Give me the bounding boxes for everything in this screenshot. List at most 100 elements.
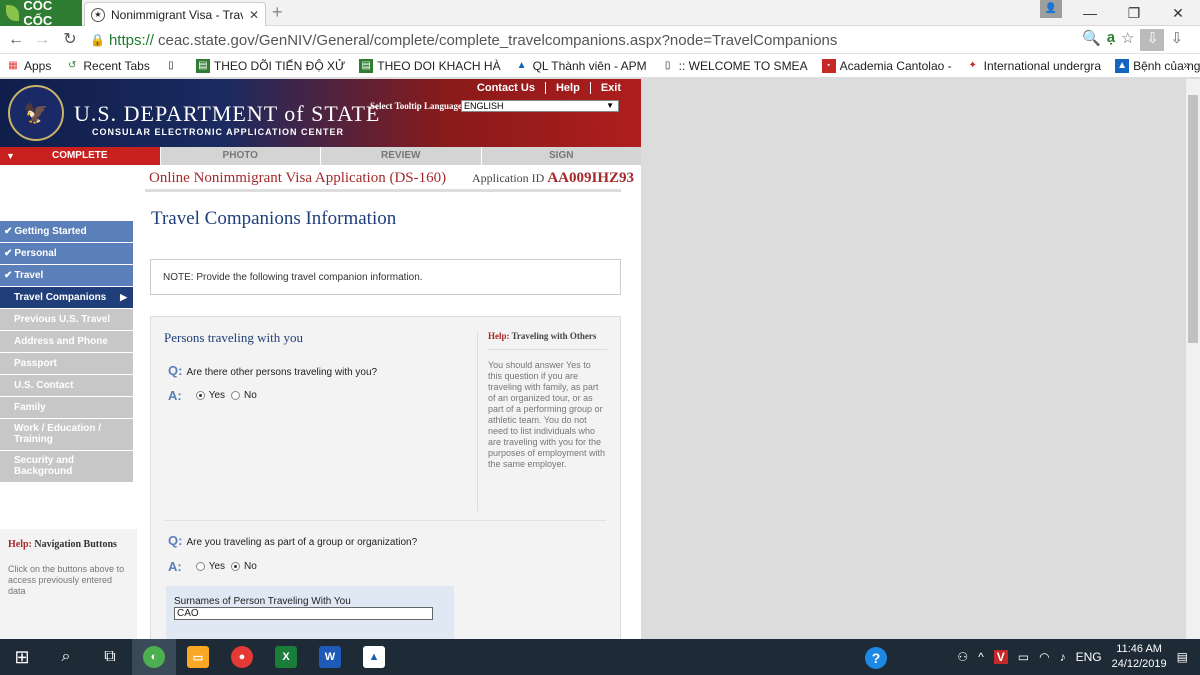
sidebar-nav: ✔ Getting Started ✔ Personal ✔ Travel Trave… [0, 221, 133, 483]
radio-label: Yes [208, 561, 226, 572]
taskbar-coccoc[interactable]: ◐ [132, 639, 176, 675]
application-id-value: AA009IHZ93 [547, 170, 635, 186]
notifications-icon[interactable]: ▤ [1177, 650, 1188, 664]
bookmark-international-undergrad[interactable]: ✦ International undergra [966, 59, 1101, 73]
sidebar-item-security-background[interactable]: Security and Background [0, 451, 133, 482]
profile-icon[interactable]: 👤 [1040, 0, 1062, 18]
download-icon[interactable]: ⇩ [1140, 29, 1165, 51]
start-windows-icon[interactable]: ⊞ [0, 639, 44, 675]
bookmark-theo-doi-khach-hang[interactable]: ▤ THEO DOI KHACH HÀ [359, 58, 501, 73]
help-link[interactable]: Help [546, 82, 591, 94]
note-box: NOTE: Provide the following travel compa… [150, 259, 621, 295]
sidebar-item-label: Passport [14, 358, 57, 369]
sidebar-item-travel-companions[interactable]: Travel Companions ▶ [0, 287, 133, 308]
sidebar-item-work-education[interactable]: Work / Education / Training [0, 419, 133, 450]
search-icon[interactable]: 🔍 [1082, 29, 1101, 51]
help-title: Navigation Buttons [34, 539, 117, 550]
forward-icon[interactable]: → [32, 30, 52, 50]
search-icon[interactable]: ⌕ [44, 639, 88, 675]
sidebar-item-passport[interactable]: Passport [0, 353, 133, 374]
answer-group-organization: A: Yes No [168, 559, 257, 574]
bookmark-theo-doi-tien-do[interactable]: ▤ THEO DÕI TIẾN ĐỘ XỬ [195, 58, 345, 73]
step-complete[interactable]: ▼ COMPLETE [0, 147, 160, 165]
people-icon[interactable]: ⚇ [957, 650, 968, 664]
back-icon[interactable]: ← [6, 30, 26, 50]
taskbar-word[interactable]: W [308, 639, 352, 675]
radio-selected-icon [231, 561, 241, 571]
live-badge-icon: ▪ [821, 58, 836, 73]
sidebar-item-family[interactable]: Family [0, 397, 133, 418]
bookmark-label: International undergra [983, 58, 1102, 73]
section-title: Persons traveling with you [164, 330, 304, 345]
battery-icon[interactable]: ▭ [1018, 650, 1029, 664]
step-photo[interactable]: PHOTO [159, 147, 320, 165]
downloads-tray-icon[interactable]: ⇩ [1170, 29, 1183, 51]
browser-brand[interactable]: CỐC CỐC [0, 0, 82, 28]
bookmarks-more-icon[interactable]: » [1183, 58, 1190, 72]
tooltip-language-select[interactable]: ENGLISH ▼ [461, 100, 619, 112]
header-divider [145, 189, 621, 192]
chrome-icon: ● [231, 646, 253, 668]
typing-tool-icon[interactable]: ạ [1107, 29, 1115, 51]
radio-yes-other-persons[interactable]: Yes [195, 390, 225, 401]
bookmark-recent-tabs[interactable]: ↺ Recent Tabs [65, 59, 150, 73]
minimize-icon[interactable]: — [1068, 5, 1112, 21]
wifi-icon[interactable]: ◠ [1039, 650, 1049, 664]
help-traveling-with-others: Help: Traveling with Others You should a… [477, 331, 607, 511]
url-scheme: https:// [108, 31, 154, 49]
bookmark-academia-cantolao[interactable]: ▪ Academia Cantolao - [821, 58, 952, 73]
taskbar-excel[interactable]: X [264, 639, 308, 675]
clock[interactable]: 11:46 AM 24/12/2019 [1112, 642, 1167, 672]
coccoc-logo-icon [6, 5, 20, 21]
scrollbar-thumb[interactable] [1188, 95, 1198, 343]
radio-no-other-persons[interactable]: No [231, 390, 257, 401]
taskbar-photos[interactable]: ▲ [352, 639, 396, 675]
bookmark-apps[interactable]: ▦ Apps [6, 59, 51, 73]
radio-label: No [244, 561, 257, 572]
sidebar-item-us-contact[interactable]: U.S. Contact [0, 375, 133, 396]
bookmark-welcome-smea[interactable]: ▯:: WELCOME TO SMEA [661, 59, 808, 73]
chevron-up-icon[interactable]: ^ [978, 650, 984, 664]
radio-yes-group[interactable]: Yes [195, 561, 226, 572]
help-question-icon[interactable]: ? [865, 647, 887, 669]
contact-us-link[interactable]: Contact Us [467, 82, 546, 94]
sidebar-item-personal[interactable]: ✔ Personal [0, 243, 133, 264]
department-name: U.S. DEPARTMENT of STATE [74, 101, 381, 126]
sidebar-item-getting-started[interactable]: ✔ Getting Started [0, 221, 133, 242]
a-marker: A: [168, 388, 182, 403]
antivirus-icon[interactable]: V [993, 650, 1008, 664]
input-language[interactable]: ENG [1076, 650, 1102, 664]
taskbar-chrome[interactable]: ● [220, 639, 264, 675]
volume-icon[interactable]: ♪ [1060, 650, 1066, 664]
exit-link[interactable]: Exit [591, 82, 631, 94]
page-scrollbar[interactable] [1186, 79, 1200, 639]
bookmark-blank[interactable]: ▯ [164, 59, 182, 73]
sheet-icon: ▤ [195, 58, 210, 73]
task-view-icon[interactable]: ⧉ [88, 639, 132, 675]
question-panel: Persons traveling with you Q: Are there o… [150, 316, 621, 639]
step-sign[interactable]: SIGN [480, 147, 641, 165]
browser-tab[interactable]: ★ Nonimmigrant Visa - Trave ✕ [84, 2, 266, 26]
sidebar-item-address-phone[interactable]: Address and Phone [0, 331, 133, 352]
question-group-organization: Q: Are you traveling as part of a group o… [168, 533, 417, 548]
surname-input[interactable]: CAO [174, 607, 433, 620]
close-window-icon[interactable]: ✕ [1156, 5, 1200, 22]
bookmark-star-icon[interactable]: ☆ [1121, 29, 1134, 51]
restore-icon[interactable]: ❐ [1112, 5, 1156, 22]
check-icon: ✔ [4, 270, 13, 281]
taskbar-file-explorer[interactable]: ▭ [176, 639, 220, 675]
reload-icon[interactable]: ↻ [60, 30, 80, 50]
word-icon: W [319, 646, 341, 668]
navigation-help-body: Click on the buttons above to access pre… [8, 564, 125, 596]
help-heading: Traveling with Others [511, 331, 597, 341]
url-field[interactable]: 🔒 https://ceac.state.gov/GenNIV/General/… [90, 29, 1140, 51]
sidebar-item-previous-us-travel[interactable]: Previous U.S. Travel [0, 309, 133, 330]
tab-close-icon[interactable]: ✕ [249, 8, 259, 22]
bookmark-ql-thanh-vien[interactable]: ▲ QL Thành viên - APM [515, 59, 647, 73]
step-review[interactable]: REVIEW [320, 147, 481, 165]
sidebar-item-travel[interactable]: ✔ Travel [0, 265, 133, 286]
new-tab-icon[interactable]: + [272, 2, 283, 23]
help-body: You should answer Yes to this question i… [488, 360, 606, 469]
radio-no-group[interactable]: No [231, 561, 257, 572]
navigation-help-box: Help: Navigation Buttons Click on the bu… [0, 529, 137, 639]
